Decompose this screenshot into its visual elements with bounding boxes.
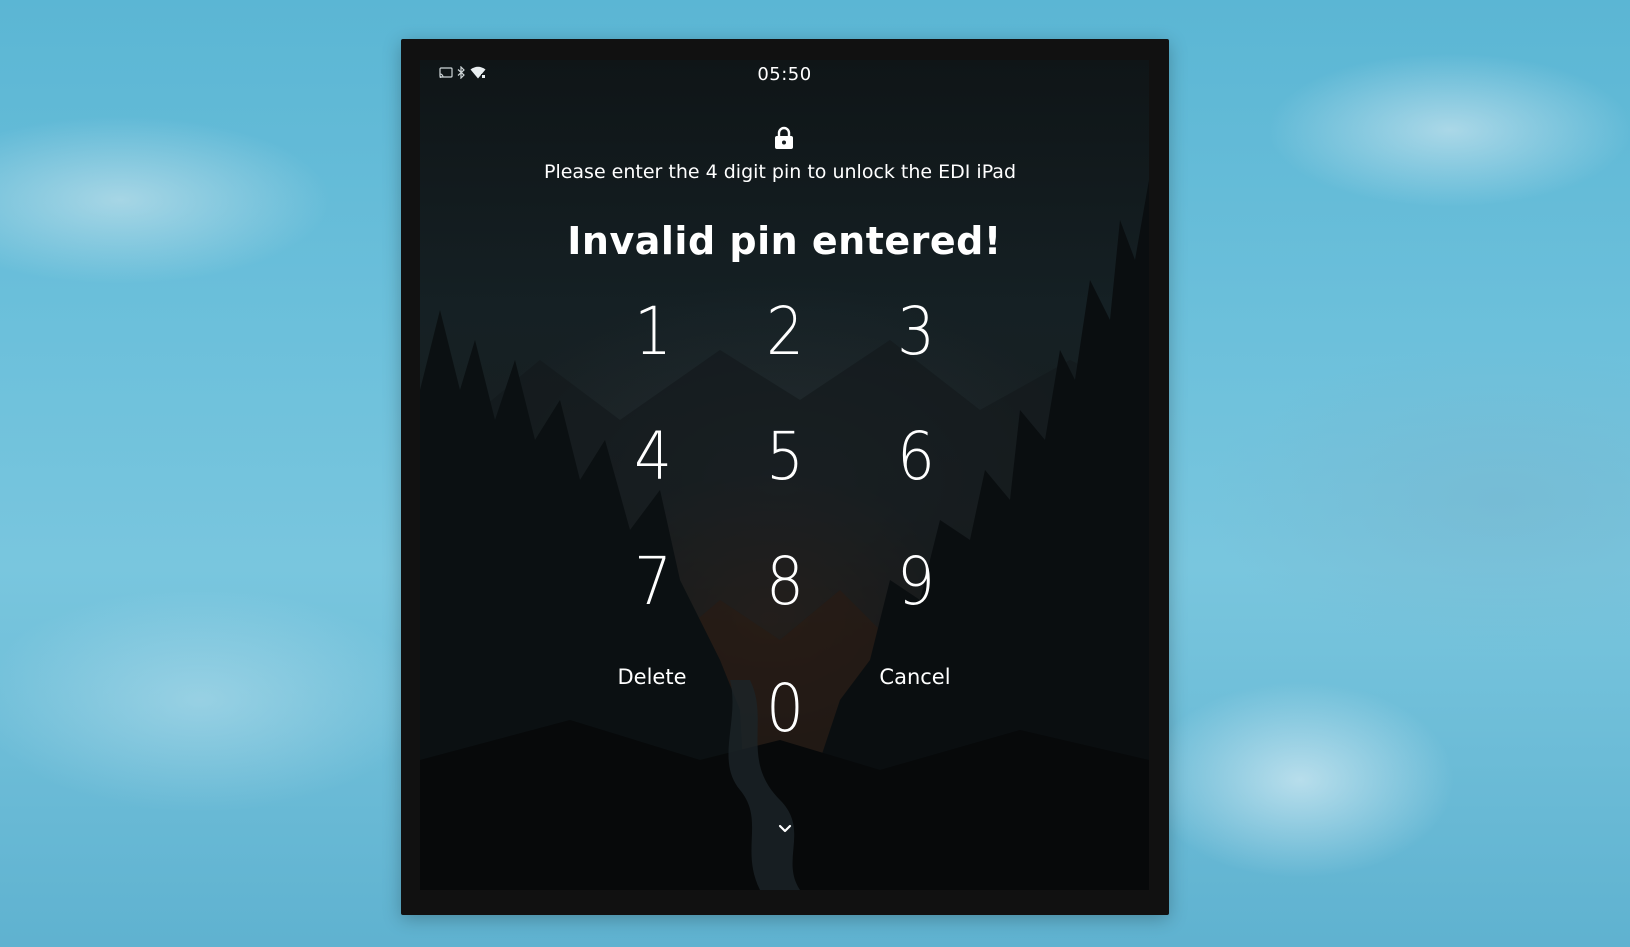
key-label: 7 xyxy=(634,542,672,620)
keypad-key-5[interactable]: 5 xyxy=(740,411,830,501)
lock-screen: 05:50 Please enter the 4 digit pin to un… xyxy=(420,60,1149,890)
keypad-key-6[interactable]: 6 xyxy=(871,411,961,501)
key-label: 0 xyxy=(766,669,804,747)
keypad-key-7[interactable]: 7 xyxy=(608,536,698,626)
keypad-key-0[interactable]: 0 xyxy=(740,663,830,753)
key-label: 4 xyxy=(634,417,672,495)
invalid-pin-message: Invalid pin entered! xyxy=(567,219,1002,263)
keypad-key-4[interactable]: 4 xyxy=(608,411,698,501)
ipad-device-frame: 05:50 Please enter the 4 digit pin to un… xyxy=(401,39,1169,915)
key-label: 5 xyxy=(766,417,804,495)
status-clock: 05:50 xyxy=(757,64,812,85)
lock-icon xyxy=(775,126,793,149)
cancel-button[interactable]: Cancel xyxy=(855,659,975,695)
keypad-key-9[interactable]: 9 xyxy=(871,536,961,626)
key-label: 2 xyxy=(766,292,804,370)
unlock-prompt: Please enter the 4 digit pin to unlock t… xyxy=(543,161,1017,183)
keypad-key-2[interactable]: 2 xyxy=(740,286,830,376)
chevron-down-icon[interactable] xyxy=(774,822,796,836)
key-label: 1 xyxy=(634,292,672,370)
key-label: 9 xyxy=(897,542,935,620)
keypad-key-3[interactable]: 3 xyxy=(871,286,961,376)
keypad-key-1[interactable]: 1 xyxy=(608,286,698,376)
key-label: 3 xyxy=(897,292,935,370)
key-label: 6 xyxy=(897,417,935,495)
status-bar: 05:50 xyxy=(420,60,1149,92)
keypad-key-8[interactable]: 8 xyxy=(740,536,830,626)
delete-button[interactable]: Delete xyxy=(592,659,712,695)
key-label: 8 xyxy=(766,542,804,620)
